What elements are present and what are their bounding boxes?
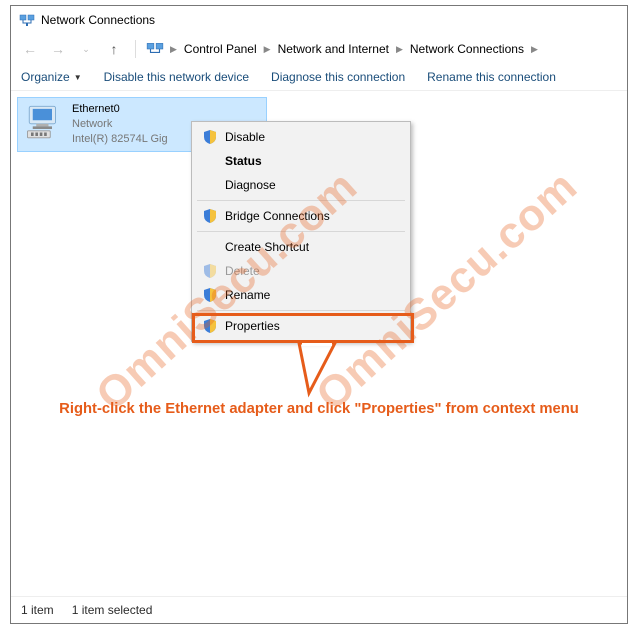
network-connections-icon: [19, 12, 35, 28]
context-menu: Disable Status Diagnose Bridge Connectio…: [191, 121, 411, 342]
shield-icon: [202, 263, 218, 279]
address-bar[interactable]: ▶ Control Panel ▶ Network and Internet ▶…: [170, 40, 538, 58]
separator: [135, 40, 136, 58]
forward-button[interactable]: →: [47, 38, 69, 60]
ethernet-adapter-icon: [24, 102, 66, 142]
window-frame: Network Connections ← → ⌄ ↑ ▶ Control Pa…: [10, 5, 628, 624]
rename-button[interactable]: Rename this connection: [427, 70, 556, 84]
status-item-count: 1 item: [21, 603, 54, 617]
menu-separator: [197, 310, 405, 311]
window-title: Network Connections: [41, 13, 155, 27]
menu-item-disable[interactable]: Disable: [195, 125, 407, 149]
network-connections-icon: [146, 40, 164, 58]
menu-item-shortcut[interactable]: Create Shortcut: [195, 235, 407, 259]
shield-icon: [202, 129, 218, 145]
adapter-name: Ethernet0: [72, 102, 168, 117]
content-area[interactable]: Ethernet0 Network Intel(R) 82574L Gig Di…: [11, 91, 627, 578]
chevron-right-icon: ▶: [531, 44, 538, 55]
menu-item-properties[interactable]: Properties: [195, 314, 407, 338]
annotation-callout-tail: [289, 343, 349, 399]
breadcrumb-network-connections[interactable]: Network Connections: [407, 40, 527, 58]
shield-icon: [202, 208, 218, 224]
recent-dropdown[interactable]: ⌄: [75, 38, 97, 60]
chevron-right-icon: ▶: [170, 44, 177, 55]
navigation-bar: ← → ⌄ ↑ ▶ Control Panel ▶ Network and In…: [11, 34, 627, 64]
command-bar: Organize ▼ Disable this network device D…: [11, 64, 627, 91]
adapter-details: Ethernet0 Network Intel(R) 82574L Gig: [72, 102, 168, 147]
breadcrumb-control-panel[interactable]: Control Panel: [181, 40, 260, 58]
menu-item-bridge[interactable]: Bridge Connections: [195, 204, 407, 228]
menu-separator: [197, 231, 405, 232]
chevron-right-icon: ▶: [396, 44, 403, 55]
title-bar: Network Connections: [11, 6, 627, 34]
disable-device-button[interactable]: Disable this network device: [104, 70, 249, 84]
menu-separator: [197, 200, 405, 201]
up-button[interactable]: ↑: [103, 38, 125, 60]
annotation-instruction: Right-click the Ethernet adapter and cli…: [25, 401, 613, 417]
adapter-device: Intel(R) 82574L Gig: [72, 132, 168, 147]
diagnose-button[interactable]: Diagnose this connection: [271, 70, 405, 84]
menu-item-diagnose[interactable]: Diagnose: [195, 173, 407, 197]
status-bar: 1 item 1 item selected: [11, 596, 627, 623]
organize-menu[interactable]: Organize ▼: [21, 70, 82, 84]
chevron-down-icon: ▼: [74, 73, 82, 82]
menu-item-rename[interactable]: Rename: [195, 283, 407, 307]
adapter-status: Network: [72, 117, 168, 132]
breadcrumb-network-internet[interactable]: Network and Internet: [275, 40, 392, 58]
status-selected-count: 1 item selected: [72, 603, 153, 617]
shield-icon: [202, 287, 218, 303]
chevron-right-icon: ▶: [264, 44, 271, 55]
menu-item-delete: Delete: [195, 259, 407, 283]
shield-icon: [202, 318, 218, 334]
back-button[interactable]: ←: [19, 38, 41, 60]
menu-item-status[interactable]: Status: [195, 149, 407, 173]
